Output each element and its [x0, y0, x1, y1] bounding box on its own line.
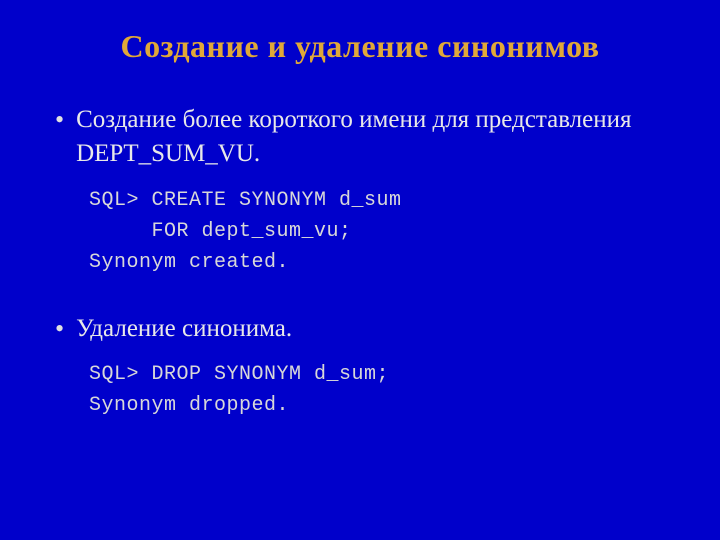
code-line: SQL> DROP SYNONYM d_sum; — [89, 363, 389, 386]
code-line: Synonym dropped. — [89, 394, 289, 417]
code-line: SQL> CREATE SYNONYM d_sum — [89, 189, 402, 212]
bullet-marker: • — [55, 103, 64, 137]
bullet-text-2: Удаление синонима. — [76, 312, 292, 346]
code-line: Synonym created. — [89, 251, 289, 274]
slide-title: Создание и удаление синонимов — [55, 28, 665, 65]
bullet-item-1: • Создание более короткого имени для пре… — [55, 103, 665, 171]
bullet-text-1: Создание более короткого имени для предс… — [76, 103, 665, 171]
bullet-item-2: • Удаление синонима. — [55, 312, 665, 346]
code-block-1: SQL> CREATE SYNONYM d_sum FOR dept_sum_v… — [89, 185, 665, 278]
slide-content: Создание и удаление синонимов • Создание… — [0, 0, 720, 540]
code-block-2: SQL> DROP SYNONYM d_sum; Synonym dropped… — [89, 359, 665, 421]
bullet-marker: • — [55, 312, 64, 346]
code-line: FOR dept_sum_vu; — [89, 220, 352, 243]
